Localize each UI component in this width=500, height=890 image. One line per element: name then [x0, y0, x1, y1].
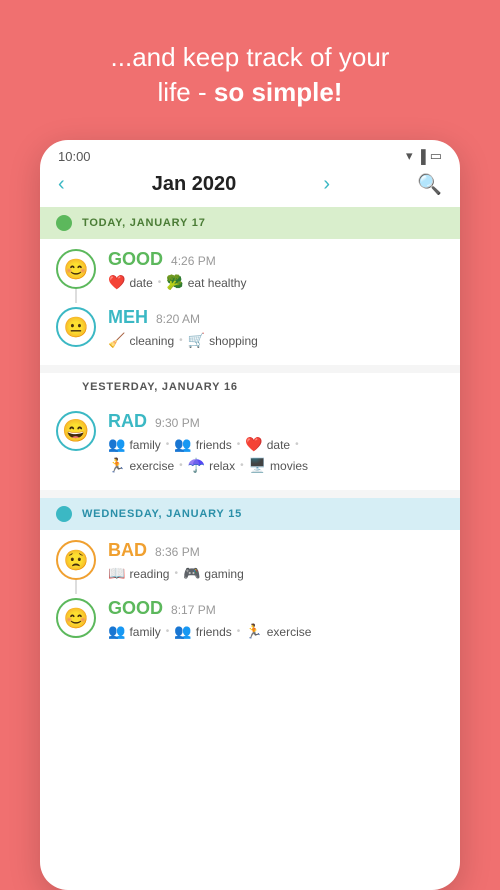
header-line1: ...and keep track of your: [111, 42, 390, 72]
day-header-wednesday: WEDNESDAY, JANUARY 15: [40, 498, 460, 530]
entry-rad: 😄 RAD 9:30 PM 👥 family • 👥 friends: [56, 401, 444, 480]
today-dot: [56, 215, 72, 231]
tags-good: ❤️ date • 🥦 eat healthy: [108, 274, 444, 291]
mood-label-meh: MEH: [108, 307, 148, 328]
emoji-bad: 😟: [56, 540, 96, 580]
wifi-icon: ▾: [406, 148, 413, 164]
time-good: 4:26 PM: [171, 254, 216, 268]
entry-good: 😊 GOOD 4:26 PM ❤️ date • 🥦 eat healthy: [56, 239, 444, 297]
phone-mockup: 10:00 ▾ ▐ ▭ ‹ Jan 2020 › 🔍 TODAY, JANUAR…: [40, 140, 460, 890]
emoji-rad: 😄: [56, 411, 96, 451]
tag-icon-friends2: 👥: [174, 623, 191, 640]
emoji-good: 😊: [56, 249, 96, 289]
entry-bad: 😟 BAD 8:36 PM 📖 reading • 🎮 gaming: [56, 530, 444, 588]
nav-bar: ‹ Jan 2020 › 🔍: [40, 168, 460, 207]
scroll-area[interactable]: TODAY, JANUARY 17 😊 GOOD 4:26 PM ❤️ date: [40, 207, 460, 890]
tag-icon-gaming: 🎮: [183, 565, 200, 582]
tag-icon-date: ❤️: [108, 274, 125, 291]
tag-icon-cleaning: 🧹: [108, 332, 125, 349]
entry-content-good2: GOOD 8:17 PM 👥 family • 👥 friends • 🏃 ex…: [108, 598, 444, 640]
tags-good2: 👥 family • 👥 friends • 🏃 exercise: [108, 623, 444, 640]
tag-icon-movies: 🖥️: [249, 457, 266, 474]
tag-label-family2: family: [129, 625, 160, 639]
status-bar: 10:00 ▾ ▐ ▭: [40, 140, 460, 168]
tag-label-movies: movies: [270, 459, 308, 473]
header-line2-normal: life -: [158, 77, 214, 107]
time-bad: 8:36 PM: [155, 545, 200, 559]
tag-icon-reading: 📖: [108, 565, 125, 582]
battery-icon: ▭: [430, 148, 442, 164]
header-section: ...and keep track of your life - so simp…: [81, 0, 420, 140]
section-divider-2: [40, 490, 460, 498]
emoji-good2: 😊: [56, 598, 96, 638]
mood-label-good2: GOOD: [108, 598, 163, 619]
day-header-today: TODAY, JANUARY 17: [40, 207, 460, 239]
tag-label-relax: relax: [209, 459, 235, 473]
mood-label-good: GOOD: [108, 249, 163, 270]
yesterday-label: YESTERDAY, JANUARY 16: [82, 381, 238, 393]
tags-rad: 👥 family • 👥 friends • ❤️ date •: [108, 436, 444, 453]
day-section-yesterday: YESTERDAY, JANUARY 16 😄 RAD 9:30 PM 👥 fa…: [40, 373, 460, 490]
header-line2-bold: so simple!: [214, 77, 343, 107]
tag-label-eat: eat healthy: [188, 276, 247, 290]
tag-icon-family: 👥: [108, 436, 125, 453]
day-header-yesterday: YESTERDAY, JANUARY 16: [40, 373, 460, 401]
day-section-today: TODAY, JANUARY 17 😊 GOOD 4:26 PM ❤️ date: [40, 207, 460, 365]
tag-label-friends2: friends: [196, 625, 232, 639]
tag-label-family: family: [129, 438, 160, 452]
tag-icon-friends: 👥: [174, 436, 191, 453]
time-meh: 8:20 AM: [156, 312, 200, 326]
section-divider-1: [40, 365, 460, 373]
tag-icon-eat: 🥦: [166, 274, 183, 291]
emoji-meh: 😐: [56, 307, 96, 347]
status-icons: ▾ ▐ ▭: [406, 148, 442, 164]
next-month-button[interactable]: ›: [323, 173, 330, 196]
tag-icon-exercise: 🏃: [108, 457, 125, 474]
entry-content-meh: MEH 8:20 AM 🧹 cleaning • 🛒 shopping: [108, 307, 444, 349]
yesterday-entries: 😄 RAD 9:30 PM 👥 family • 👥 friends: [40, 401, 460, 490]
mood-label-bad: BAD: [108, 540, 147, 561]
entry-good2: 😊 GOOD 8:17 PM 👥 family • 👥 friends: [56, 588, 444, 646]
tags-rad-2: 🏃 exercise • ☂️ relax • 🖥️ movies: [108, 457, 444, 474]
entry-meh: 😐 MEH 8:20 AM 🧹 cleaning • 🛒 shopping: [56, 297, 444, 355]
tag-icon-exercise2: 🏃: [245, 623, 262, 640]
today-entries: 😊 GOOD 4:26 PM ❤️ date • 🥦 eat healthy: [40, 239, 460, 365]
tags-meh: 🧹 cleaning • 🛒 shopping: [108, 332, 444, 349]
time-rad: 9:30 PM: [155, 416, 200, 430]
today-label: TODAY, JANUARY 17: [82, 217, 206, 229]
time-good2: 8:17 PM: [171, 603, 216, 617]
tag-icon-date2: ❤️: [245, 436, 262, 453]
tag-label-cleaning: cleaning: [129, 334, 174, 348]
tag-label-date2: date: [267, 438, 290, 452]
entry-content-bad: BAD 8:36 PM 📖 reading • 🎮 gaming: [108, 540, 444, 582]
tag-label-shopping: shopping: [209, 334, 258, 348]
tag-label-exercise: exercise: [129, 459, 174, 473]
tags-bad: 📖 reading • 🎮 gaming: [108, 565, 444, 582]
wednesday-label: WEDNESDAY, JANUARY 15: [82, 508, 242, 520]
day-section-wednesday: WEDNESDAY, JANUARY 15 😟 BAD 8:36 PM 📖 r: [40, 498, 460, 656]
wednesday-dot: [56, 506, 72, 522]
tag-icon-shopping: 🛒: [188, 332, 205, 349]
wednesday-entries: 😟 BAD 8:36 PM 📖 reading • 🎮 gaming: [40, 530, 460, 656]
tag-label-gaming: gaming: [204, 567, 243, 581]
tag-icon-relax: ☂️: [188, 457, 205, 474]
prev-month-button[interactable]: ‹: [58, 173, 65, 196]
status-time: 10:00: [58, 149, 91, 164]
entry-content-rad: RAD 9:30 PM 👥 family • 👥 friends • ❤️ da…: [108, 411, 444, 474]
month-title: Jan 2020: [152, 173, 237, 196]
tag-icon-family2: 👥: [108, 623, 125, 640]
mood-label-rad: RAD: [108, 411, 147, 432]
search-button[interactable]: 🔍: [417, 172, 442, 197]
tag-label-reading: reading: [129, 567, 169, 581]
signal-icon: ▐: [416, 149, 425, 164]
tag-label-exercise2: exercise: [267, 625, 312, 639]
entry-content-good: GOOD 4:26 PM ❤️ date • 🥦 eat healthy: [108, 249, 444, 291]
tag-label-friends: friends: [196, 438, 232, 452]
tag-label-date: date: [129, 276, 152, 290]
